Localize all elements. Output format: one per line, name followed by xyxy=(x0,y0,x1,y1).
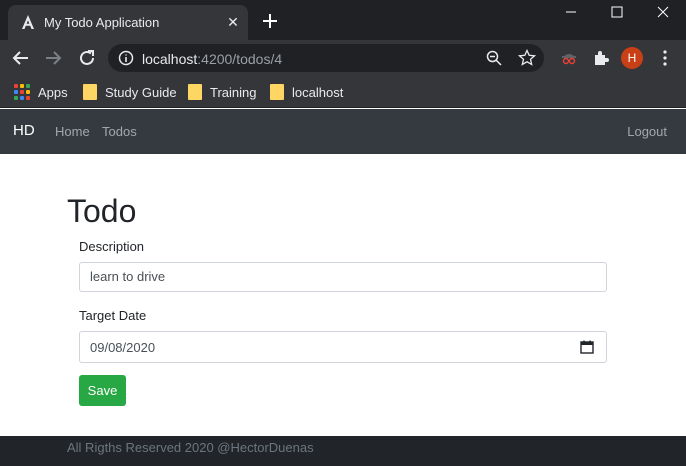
browser-tab[interactable]: My Todo Application ✕ xyxy=(8,5,248,40)
spy-extension-icon[interactable] xyxy=(560,49,578,67)
angular-favicon-icon xyxy=(22,15,34,29)
kebab-menu-icon[interactable] xyxy=(658,49,672,67)
folder-icon xyxy=(270,84,284,100)
zoom-icon[interactable] xyxy=(486,50,502,66)
url-text: localhost:4200/todos/4 xyxy=(142,51,282,67)
folder-icon xyxy=(83,84,97,100)
bookmark-localhost[interactable]: localhost xyxy=(270,82,343,102)
bookmark-label: Apps xyxy=(38,84,68,100)
bookmark-label: Study Guide xyxy=(105,84,177,100)
bookmark-training[interactable]: Training xyxy=(188,82,256,102)
bookmark-apps[interactable]: Apps xyxy=(14,82,68,102)
bookmark-star-icon[interactable] xyxy=(518,49,536,67)
address-bar[interactable]: localhost:4200/todos/4 xyxy=(108,44,544,72)
nav-logout-link[interactable]: Logout xyxy=(627,124,667,139)
browser-toolbar: localhost:4200/todos/4 H xyxy=(0,40,686,76)
reload-icon[interactable] xyxy=(76,47,98,69)
bookmarks-bar: Apps Study Guide Training localhost xyxy=(0,76,686,108)
new-tab-icon[interactable] xyxy=(260,11,280,31)
nav-todos-link[interactable]: Todos xyxy=(102,124,137,139)
app-navbar: HD Home Todos Logout xyxy=(0,109,686,154)
close-tab-icon[interactable]: ✕ xyxy=(224,13,242,31)
target-date-value: 09/08/2020 xyxy=(90,340,156,355)
url-path: :4200/todos/4 xyxy=(197,51,283,67)
forward-arrow-icon[interactable] xyxy=(42,47,64,69)
tab-strip: My Todo Application ✕ xyxy=(0,0,686,40)
description-input[interactable]: learn to drive xyxy=(79,262,607,292)
extensions-puzzle-icon[interactable] xyxy=(592,49,610,67)
site-info-icon[interactable] xyxy=(118,50,134,66)
target-date-label: Target Date xyxy=(79,308,147,323)
description-label: Description xyxy=(79,239,145,254)
window-close-icon[interactable] xyxy=(640,0,686,28)
folder-icon xyxy=(188,84,202,100)
footer-text: All Rigths Reserved 2020 @HectorDuenas xyxy=(67,440,314,455)
calendar-icon[interactable] xyxy=(580,340,594,354)
bookmark-label: localhost xyxy=(292,84,344,100)
back-arrow-icon[interactable] xyxy=(10,47,32,69)
save-button[interactable]: Save xyxy=(79,375,126,406)
url-host: localhost xyxy=(142,51,198,67)
tab-title: My Todo Application xyxy=(44,15,160,30)
footer: All Rigths Reserved 2020 @HectorDuenas xyxy=(0,436,686,466)
page-title: Todo xyxy=(67,193,137,229)
profile-avatar[interactable]: H xyxy=(621,47,643,69)
maximize-icon[interactable] xyxy=(594,0,640,28)
nav-home-link[interactable]: Home xyxy=(55,124,90,139)
apps-grid-icon xyxy=(14,84,30,100)
minimize-icon[interactable] xyxy=(548,0,594,28)
bookmark-label: Training xyxy=(210,84,257,100)
brand-logo[interactable]: HD xyxy=(13,122,35,139)
bookmark-study-guide[interactable]: Study Guide xyxy=(83,82,177,102)
target-date-input[interactable]: 09/08/2020 xyxy=(79,331,607,363)
